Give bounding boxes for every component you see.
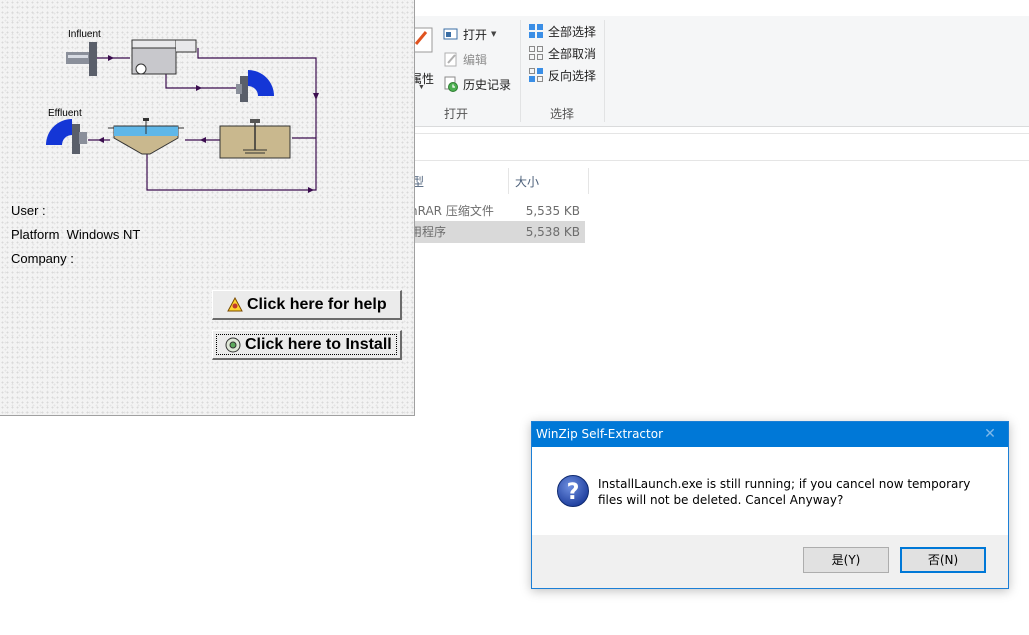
company-label: Company : — [11, 251, 74, 266]
select-none-icon — [528, 45, 544, 61]
select-group-label: 选择 — [550, 107, 575, 121]
invert-selection-label: 反向选择 — [548, 68, 597, 83]
process-flow-diagram: Influent Effluent — [46, 29, 319, 193]
file-type: nRAR 压缩文件 — [410, 204, 494, 218]
aeration-tank-icon — [219, 119, 291, 159]
chevron-down-icon: ▼ — [418, 84, 425, 91]
dialog-message: InstallLaunch.exe is still running; if y… — [598, 477, 971, 507]
select-all-icon — [528, 23, 544, 39]
file-row[interactable]: 用程序 5,538 KB — [405, 221, 585, 243]
file-type: 用程序 — [410, 225, 447, 239]
clarifier-icon — [108, 118, 184, 155]
help-button-label: Click here for help — [247, 295, 387, 313]
file-row[interactable]: nRAR 压缩文件 5,535 KB — [405, 200, 585, 222]
help-button[interactable]: Click here for help — [212, 290, 402, 320]
close-icon[interactable]: ✕ — [978, 422, 1002, 447]
question-icon: ? — [557, 475, 589, 507]
user-label: User : — [11, 203, 46, 218]
install-disc-icon — [225, 337, 241, 353]
select-none-label: 全部取消 — [548, 46, 597, 61]
effluent-label: Effluent — [48, 108, 82, 119]
edit-label: 编辑 — [463, 52, 488, 67]
effluent-outlet-icon — [46, 119, 87, 154]
history-label: 历史记录 — [463, 77, 512, 92]
invert-selection-icon — [528, 67, 544, 83]
dialog-body: ? InstallLaunch.exe is still running; if… — [532, 447, 1008, 535]
history-icon — [443, 76, 459, 92]
influent-label: Influent — [68, 29, 101, 40]
column-header-size[interactable]: 大小 — [515, 170, 539, 194]
select-all-label: 全部选择 — [548, 24, 597, 39]
file-size: 5,538 KB — [525, 225, 580, 239]
install-button[interactable]: Click here to Install — [212, 330, 402, 360]
chevron-down-icon: ▼ — [491, 30, 497, 38]
invert-selection-button[interactable]: 反向选择 — [528, 65, 596, 85]
help-icon — [227, 296, 243, 313]
select-all-button[interactable]: 全部选择 — [528, 21, 596, 41]
column-divider[interactable] — [588, 168, 589, 194]
open-icon — [443, 26, 459, 42]
ribbon-divider — [520, 20, 521, 122]
column-divider[interactable] — [508, 168, 509, 194]
ribbon-divider — [604, 20, 605, 122]
open-group-label: 打开 — [444, 107, 469, 121]
dialog-titlebar[interactable]: WinZip Self-Extractor ✕ — [532, 422, 1008, 447]
platform-label: Platform Windows NT — [11, 227, 141, 242]
influent-pipe-icon — [66, 42, 97, 76]
focus-ring — [216, 334, 397, 355]
open-label: 打开 — [463, 27, 488, 42]
installer-launcher-window: Influent Effluent User: Platform Window… — [0, 0, 415, 416]
open-button[interactable]: 打开 ▼ — [443, 24, 496, 44]
edit-icon — [443, 51, 459, 67]
no-button[interactable]: 否(N) — [900, 547, 986, 573]
history-button[interactable]: 历史记录 — [443, 74, 511, 94]
edit-button[interactable]: 编辑 — [443, 49, 487, 69]
blue-outlet-icon — [236, 70, 274, 102]
svg-text:?: ? — [567, 480, 580, 505]
dialog-title: WinZip Self-Extractor — [536, 427, 664, 441]
winzip-dialog: WinZip Self-Extractor ✕ ? InstallLaunch.… — [531, 421, 1009, 589]
yes-button[interactable]: 是(Y) — [803, 547, 889, 573]
screen-tank-icon — [131, 39, 197, 75]
file-size: 5,535 KB — [525, 204, 580, 218]
select-none-button[interactable]: 全部取消 — [528, 43, 596, 63]
